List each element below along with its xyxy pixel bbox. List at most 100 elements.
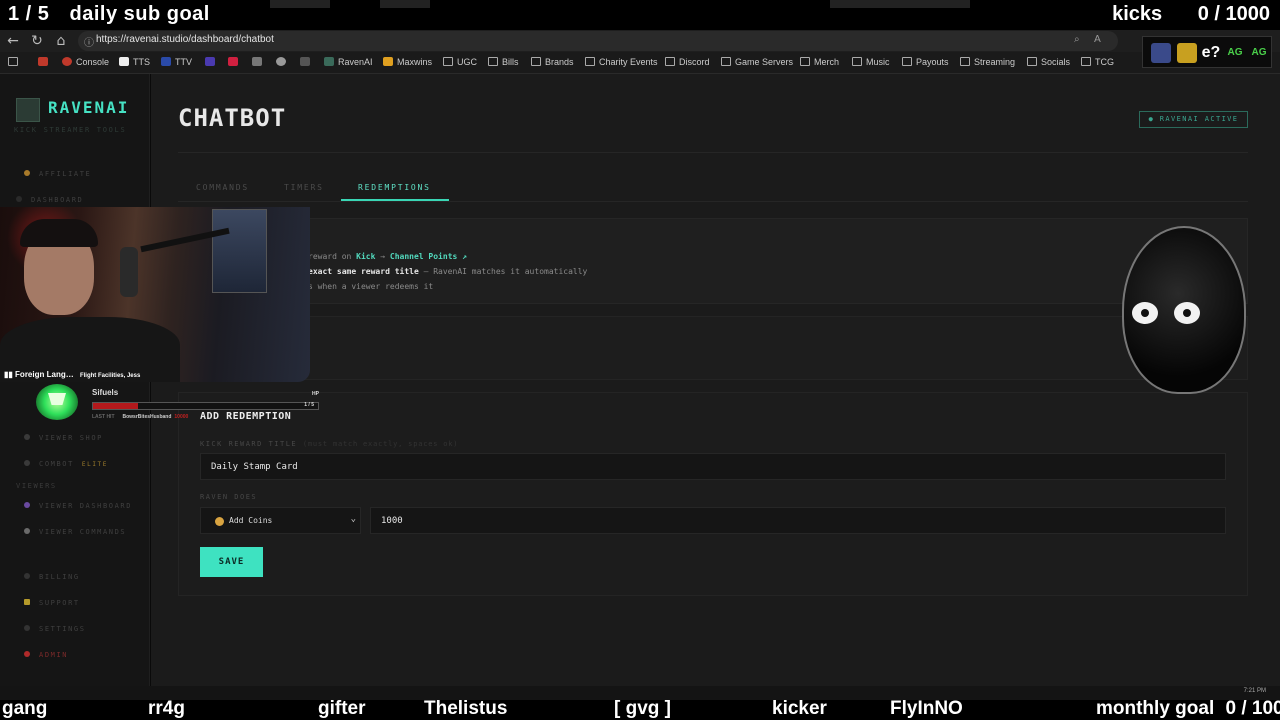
kick-link[interactable]: Kick <box>356 252 375 261</box>
bookmark-r[interactable] <box>300 57 314 67</box>
support-icon <box>24 599 30 605</box>
sidebar-item-billing[interactable]: BILLING <box>24 573 80 581</box>
bookmark-game-servers[interactable]: Game Servers <box>721 57 793 67</box>
bookmark-icon[interactable] <box>8 57 22 67</box>
sidebar-group-viewers: VIEWERS <box>16 482 57 490</box>
extension-icon[interactable] <box>1177 43 1197 63</box>
bookmark-bills[interactable]: Bills <box>488 57 519 67</box>
reload-icon[interactable]: ↻ <box>28 32 46 50</box>
kicks-label: kicks <box>1112 3 1163 25</box>
pet-hp-label: HP <box>312 391 319 397</box>
sidebar-item-viewer-shop[interactable]: VIEWER SHOP <box>24 434 103 442</box>
sidebar-item-admin[interactable]: ADMIN <box>24 651 68 659</box>
logo-subtitle: KICK STREAMER TOOLS <box>14 126 127 134</box>
divider <box>178 201 1248 202</box>
bookmark-ez[interactable] <box>205 57 219 67</box>
bookmark-glasses[interactable] <box>252 57 266 67</box>
ticker-name: gang <box>2 698 48 719</box>
channel-points-link[interactable]: Channel Points ↗ <box>390 252 467 261</box>
read-aloud-icon[interactable]: A <box>1094 34 1101 45</box>
sidebar-item-viewer-dashboard[interactable]: VIEWER DASHBOARD <box>24 502 132 510</box>
gmail-icon[interactable] <box>38 57 52 67</box>
sub-goal-label: daily sub goal <box>69 3 210 25</box>
elite-badge: ELITE <box>81 461 108 468</box>
tab-timers[interactable]: TIMERS <box>284 183 324 192</box>
bookmark-tts[interactable]: TTS <box>119 57 150 67</box>
home-icon[interactable]: ⌂ <box>52 32 70 50</box>
folder-icon <box>443 57 453 66</box>
bookmark-tcg[interactable]: TCG <box>1081 57 1114 67</box>
bookmark-charity-events[interactable]: Charity Events <box>585 57 658 67</box>
sidebar-item-affiliate[interactable]: AFFILIATE <box>24 170 91 178</box>
pet-last-hit: LAST HIT BowsrBitesHusband 10000 <box>92 414 189 420</box>
folder-icon <box>852 57 862 66</box>
zoom-icon[interactable]: ⌕ <box>1074 34 1080 45</box>
sidebar-item-dashboard[interactable]: DASHBOARD <box>16 196 83 204</box>
bookmark-brands[interactable]: Brands <box>531 57 574 67</box>
folder-icon <box>721 57 731 66</box>
bookmark-discord[interactable]: Discord <box>665 57 710 67</box>
pet-hp-bar: 1 / 5 <box>92 402 319 410</box>
tab-commands[interactable]: COMMANDS <box>196 183 249 192</box>
kicks-goal: kicks 0 / 1000 <box>1112 3 1270 26</box>
sub-goal: 1 / 5 daily sub goal <box>8 3 210 26</box>
bookmark-ravenai[interactable]: RavenAI <box>324 57 373 67</box>
now-playing-song: Foreign Lang… <box>15 370 74 379</box>
tab-redemptions[interactable]: REDEMPTIONS <box>358 183 431 192</box>
bookmark-h[interactable] <box>228 57 242 67</box>
bookmark-maxwins[interactable]: Maxwins <box>383 57 432 67</box>
skull-eye <box>1132 302 1158 324</box>
folder-icon <box>1027 57 1037 66</box>
back-arrow-icon[interactable]: ← <box>4 32 22 50</box>
ticker-name: [ gvg ] <box>614 698 671 719</box>
sidebar-item-viewer-commands[interactable]: VIEWER COMMANDS <box>24 528 126 536</box>
overlay-ghost <box>270 0 330 8</box>
bookmark-merch[interactable]: Merch <box>800 57 839 67</box>
bookmark-music[interactable]: Music <box>852 57 890 67</box>
now-playing-artist: Flight Facilities, Jess <box>79 373 141 379</box>
sidebar-item-settings[interactable]: SETTINGS <box>24 625 86 633</box>
bookmark-ttv[interactable]: TTV <box>161 57 192 67</box>
chevron-down-icon: ⌄ <box>350 514 356 524</box>
extension-badge[interactable]: AG <box>1249 43 1269 63</box>
amount-input[interactable]: 1000 <box>370 507 1226 534</box>
add-redemption-card <box>178 392 1248 596</box>
reward-title-input[interactable]: Daily Stamp Card <box>200 453 1226 480</box>
bookmark-console[interactable]: Console <box>62 57 109 67</box>
coin-icon <box>215 517 224 526</box>
extension-label[interactable]: e? <box>1201 43 1221 63</box>
site-info-icon[interactable]: ⓘ <box>84 34 94 49</box>
bookmark-circle[interactable] <box>276 57 290 67</box>
main-content <box>151 74 1280 700</box>
maxwins-icon <box>383 57 393 66</box>
extension-badge[interactable]: AG <box>1225 43 1245 63</box>
logo-text[interactable]: RAVENAI <box>48 98 129 117</box>
divider <box>178 152 1248 153</box>
taskbar-clock: 7:21 PM <box>1243 688 1266 694</box>
status-badge: ● RAVENAI ACTIVE <box>1139 111 1248 128</box>
stream-top-overlay: 1 / 5 daily sub goal kicks 0 / 1000 <box>0 0 1280 30</box>
sidebar-item-support[interactable]: SUPPORT <box>24 599 80 607</box>
glasses-icon <box>252 57 262 66</box>
raven-does-label: RAVEN DOES <box>200 493 258 501</box>
bookmark-payouts[interactable]: Payouts <box>902 57 949 67</box>
folder-icon <box>488 57 498 66</box>
viewer-commands-icon <box>24 528 30 534</box>
skull-avatar <box>1118 226 1250 396</box>
bookmark-streaming[interactable]: Streaming <box>960 57 1015 67</box>
browser-toolbar: ← ↻ ⌂ ⓘ https://ravenai.studio/dashboard… <box>0 30 1280 52</box>
pet-gem-icon <box>36 384 78 420</box>
bookmark-ugc[interactable]: UGC <box>443 57 477 67</box>
extensions-panel: e? AG AG <box>1142 36 1272 68</box>
instructions-card <box>178 218 1248 304</box>
save-button[interactable]: SAVE <box>200 547 263 577</box>
action-select[interactable]: Add Coins ⌄ <box>200 507 361 534</box>
address-bar[interactable]: ⓘ https://ravenai.studio/dashboard/chatb… <box>78 31 1118 51</box>
dashboard-icon <box>16 196 22 202</box>
sidebar-item-combot[interactable]: COMBOT ELITE <box>24 460 108 468</box>
extension-icon[interactable] <box>1151 43 1171 63</box>
affiliate-icon <box>24 170 30 176</box>
ticker-name: FlyInNO <box>890 698 963 719</box>
bookmark-socials[interactable]: Socials <box>1027 57 1070 67</box>
ttv-icon <box>161 57 171 66</box>
